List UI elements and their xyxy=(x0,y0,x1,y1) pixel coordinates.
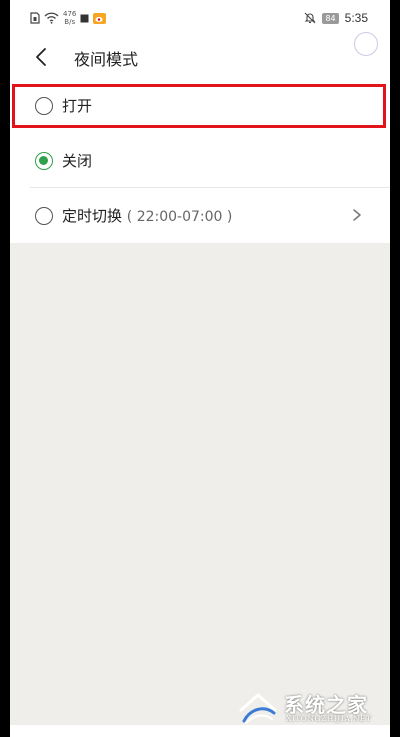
option-scheduled-label: 定时切换 ( 22:00-07:00 ) xyxy=(62,205,232,226)
square-notification-icon xyxy=(80,14,89,23)
chevron-left-icon xyxy=(36,48,46,66)
wifi-icon xyxy=(44,12,59,24)
option-off[interactable]: 关闭 xyxy=(10,133,390,188)
page-title: 夜间模式 xyxy=(74,50,139,69)
status-bar-left: 476 B/s xyxy=(30,8,107,28)
option-on[interactable]: 打开 xyxy=(10,78,390,133)
option-scheduled-hint: ( 22:00-07:00 ) xyxy=(126,209,233,225)
weibo-notification-icon xyxy=(93,12,107,24)
radio-off[interactable] xyxy=(35,151,53,170)
back-button[interactable] xyxy=(30,45,54,69)
status-bar-right: 84 5:35 xyxy=(304,8,368,28)
option-on-label: 打开 xyxy=(62,97,93,115)
network-speed: 476 B/s xyxy=(63,10,77,26)
status-bar: 476 B/s 84 5:35 xyxy=(10,0,390,36)
sim-card-icon xyxy=(30,12,40,24)
phone-screen: 476 B/s 84 5:35 夜间模式 打开 关闭 定时切换 (22:00-… xyxy=(10,0,390,725)
app-header: 夜间模式 xyxy=(10,32,390,78)
floating-ball-button[interactable] xyxy=(354,32,378,56)
chevron-right-icon xyxy=(353,209,361,221)
mute-bell-icon xyxy=(304,12,316,24)
option-scheduled[interactable]: 定时切换 ( 22:00-07:00 ) xyxy=(10,188,390,243)
night-mode-options: 打开 关闭 定时切换 ( 22:00-07:00 ) xyxy=(10,78,390,243)
option-off-label: 关闭 xyxy=(62,152,93,170)
radio-on[interactable] xyxy=(35,96,53,115)
radio-scheduled[interactable] xyxy=(35,206,53,225)
watermark-logo-icon xyxy=(239,693,277,724)
option-scheduled-text: 定时切换 xyxy=(62,207,123,225)
watermark-en: XITONGZHIJIA.NET xyxy=(286,714,372,723)
battery-indicator: 84 xyxy=(322,12,339,24)
watermark: 系统之家 XITONGZHIJIA.NET xyxy=(236,689,396,727)
clock: 5:35 xyxy=(344,11,368,25)
